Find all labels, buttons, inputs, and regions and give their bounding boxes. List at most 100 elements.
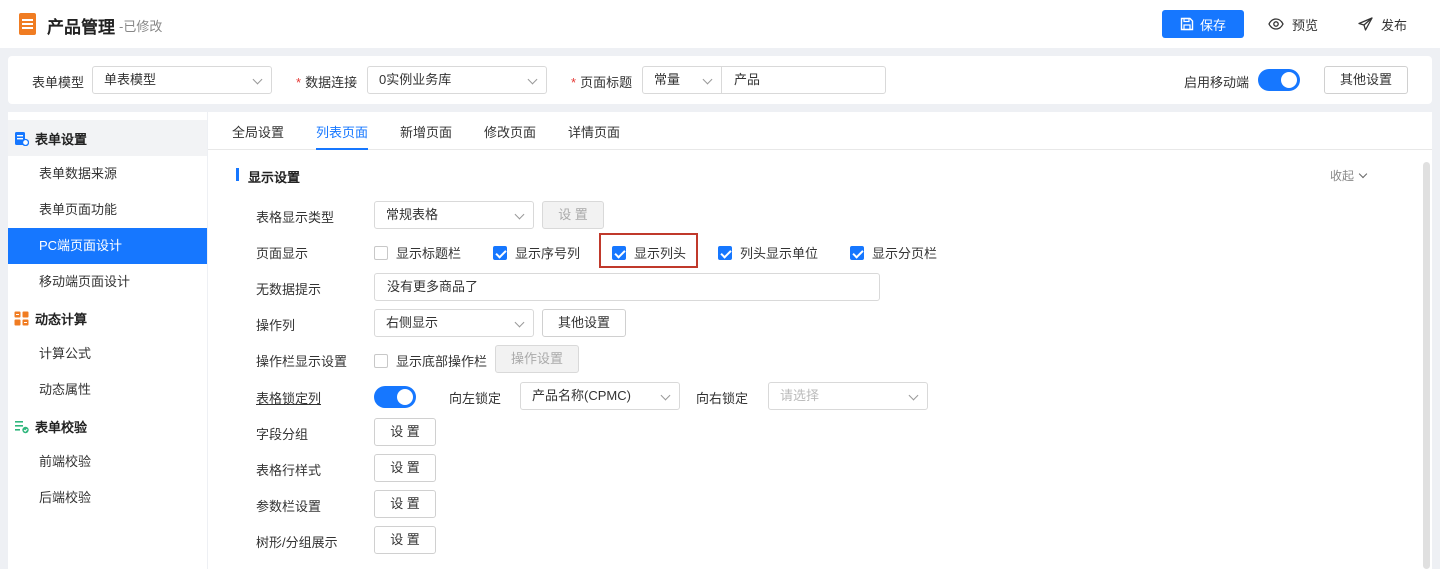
data-conn-value: 0实例业务库 [379, 72, 452, 87]
save-button[interactable]: 保存 [1162, 10, 1244, 38]
tree-group-label: 树形/分组展示 [256, 535, 338, 550]
checkbox-label: 显示序号列 [515, 246, 581, 261]
lock-right-select[interactable]: 请选择 [768, 382, 928, 410]
tab-list[interactable]: 列表页面 [316, 122, 369, 150]
tab-add[interactable]: 新增页面 [400, 122, 452, 141]
op-col-value: 右侧显示 [386, 315, 439, 330]
sidebar-group-dynamic-calc[interactable]: 动态计算 [8, 300, 207, 336]
tree-group-set-button[interactable]: 设 置 [374, 526, 436, 554]
no-data-label: 无数据提示 [256, 282, 322, 297]
sidebar-group-validation[interactable]: 表单校验 [8, 408, 207, 444]
mobile-label: 启用移动端 [1184, 75, 1250, 90]
row-style-label: 表格行样式 [256, 463, 322, 478]
tab-global[interactable]: 全局设置 [232, 122, 284, 141]
required-mark: * [296, 75, 302, 90]
sidebar-group-label: 表单校验 [35, 419, 88, 435]
config-bar: 表单模型 单表模型 * 数据连接 0实例业务库 * 页面标题 常量 产品 启用移动端… [8, 56, 1432, 104]
checkbox-label: 显示分页栏 [872, 246, 938, 261]
lock-left-select[interactable]: 产品名称(CPMC) [520, 382, 680, 410]
mobile-toggle[interactable] [1258, 69, 1300, 91]
page-title-type-value: 常量 [654, 72, 681, 87]
modified-status: -已修改 [119, 19, 163, 34]
sidebar-item-data-source[interactable]: 表单数据来源 [8, 156, 207, 192]
data-conn-label: 数据连接 [305, 75, 358, 90]
publish-button[interactable]: 发布 [1358, 10, 1407, 38]
sidebar-item-formula[interactable]: 计算公式 [8, 336, 207, 372]
validate-icon [14, 419, 29, 434]
sidebar-item-backend-validate[interactable]: 后端校验 [8, 480, 207, 516]
checkbox-label: 列头显示单位 [740, 246, 819, 261]
form-model-label: 表单模型 [32, 75, 85, 90]
param-bar-set-button[interactable]: 设 置 [374, 490, 436, 518]
checkbox-label: 显示底部操作栏 [396, 354, 488, 369]
lock-col-label: 表格锁定列 [256, 391, 322, 406]
op-col-label: 操作列 [256, 318, 296, 333]
op-bar-label: 操作栏显示设置 [256, 354, 348, 369]
op-bar-set-button[interactable]: 操作设置 [495, 345, 579, 373]
page-title-input[interactable]: 产品 [721, 66, 886, 94]
form-settings-icon [14, 131, 30, 146]
send-icon [1358, 16, 1373, 31]
checkbox-box [850, 245, 864, 260]
top-header: 产品管理 -已修改 保存 预览 发布 [0, 0, 1440, 48]
section-title: 显示设置 [236, 167, 300, 186]
checkbox-label: 显示标题栏 [396, 246, 462, 261]
sidebar-group-label: 动态计算 [35, 311, 88, 327]
op-col-other-button[interactable]: 其他设置 [542, 309, 626, 337]
chevron-down-icon [514, 317, 525, 328]
checkbox-show-index-col[interactable]: 显示序号列 [493, 243, 580, 262]
form-model-select[interactable]: 单表模型 [92, 66, 272, 94]
checkbox-box [374, 353, 388, 368]
checkbox-show-title-bar[interactable]: 显示标题栏 [374, 243, 461, 262]
lock-col-toggle[interactable] [374, 386, 416, 408]
chevron-down-icon [527, 74, 538, 85]
checkbox-header-unit[interactable]: 列头显示单位 [718, 243, 818, 262]
eye-icon [1268, 18, 1284, 30]
table-type-set-button[interactable]: 设 置 [542, 201, 604, 229]
sidebar-item-pc-design[interactable]: PC端页面设计 [8, 228, 207, 264]
chevron-down-icon [252, 74, 263, 85]
row-style-set-button[interactable]: 设 置 [374, 454, 436, 482]
other-settings-button[interactable]: 其他设置 [1324, 66, 1408, 94]
main-panel: 全局设置 列表页面 新增页面 修改页面 详情页面 显示设置 收起 表格显示类型 … [208, 112, 1432, 569]
scrollbar[interactable] [1423, 162, 1430, 569]
form-model-value: 单表模型 [104, 72, 157, 87]
sidebar-item-page-function[interactable]: 表单页面功能 [8, 192, 207, 228]
page-title-label-wrap: * 页面标题 [571, 72, 632, 91]
sidebar-item-dynamic-attr[interactable]: 动态属性 [8, 372, 207, 408]
required-mark: * [571, 75, 577, 90]
page-title-label: 页面标题 [580, 75, 633, 90]
param-bar-label: 参数栏设置 [256, 499, 322, 514]
checkbox-show-pagination[interactable]: 显示分页栏 [850, 243, 937, 262]
no-data-input[interactable]: 没有更多商品了 [374, 273, 880, 301]
tab-edit[interactable]: 修改页面 [484, 122, 536, 141]
lock-left-label: 向左锁定 [449, 391, 502, 406]
checkbox-box [493, 245, 507, 260]
lock-right-label: 向右锁定 [696, 391, 749, 406]
checkbox-box [374, 245, 388, 260]
sidebar-group-form-settings[interactable]: 表单设置 [8, 120, 207, 156]
checkbox-show-bottom-bar[interactable]: 显示底部操作栏 [374, 351, 487, 370]
chevron-down-icon [1358, 169, 1368, 178]
page-display-label: 页面显示 [256, 246, 309, 261]
data-conn-label-wrap: * 数据连接 [296, 72, 357, 91]
table-type-select[interactable]: 常规表格 [374, 201, 534, 229]
data-conn-select[interactable]: 0实例业务库 [367, 66, 547, 94]
sidebar: 表单设置 表单数据来源 表单页面功能 PC端页面设计 移动端页面设计 动态计算 … [8, 112, 207, 569]
lock-left-value: 产品名称(CPMC) [532, 388, 631, 403]
tab-detail[interactable]: 详情页面 [568, 122, 620, 141]
page-title-type-select[interactable]: 常量 [642, 66, 722, 94]
chevron-down-icon [660, 390, 671, 401]
sidebar-item-mobile-design[interactable]: 移动端页面设计 [8, 264, 207, 300]
save-label: 保存 [1199, 17, 1226, 33]
preview-button[interactable]: 预览 [1268, 10, 1318, 38]
chevron-down-icon [702, 74, 713, 85]
op-col-select[interactable]: 右侧显示 [374, 309, 534, 337]
chevron-down-icon [514, 209, 525, 220]
page-tabs: 全局设置 列表页面 新增页面 修改页面 详情页面 [208, 112, 1432, 150]
sidebar-item-frontend-validate[interactable]: 前端校验 [8, 444, 207, 480]
page-title: 产品管理 [47, 18, 115, 37]
field-group-set-button[interactable]: 设 置 [374, 418, 436, 446]
collapse-button[interactable]: 收起 [1330, 167, 1368, 184]
collapse-label: 收起 [1330, 169, 1355, 183]
